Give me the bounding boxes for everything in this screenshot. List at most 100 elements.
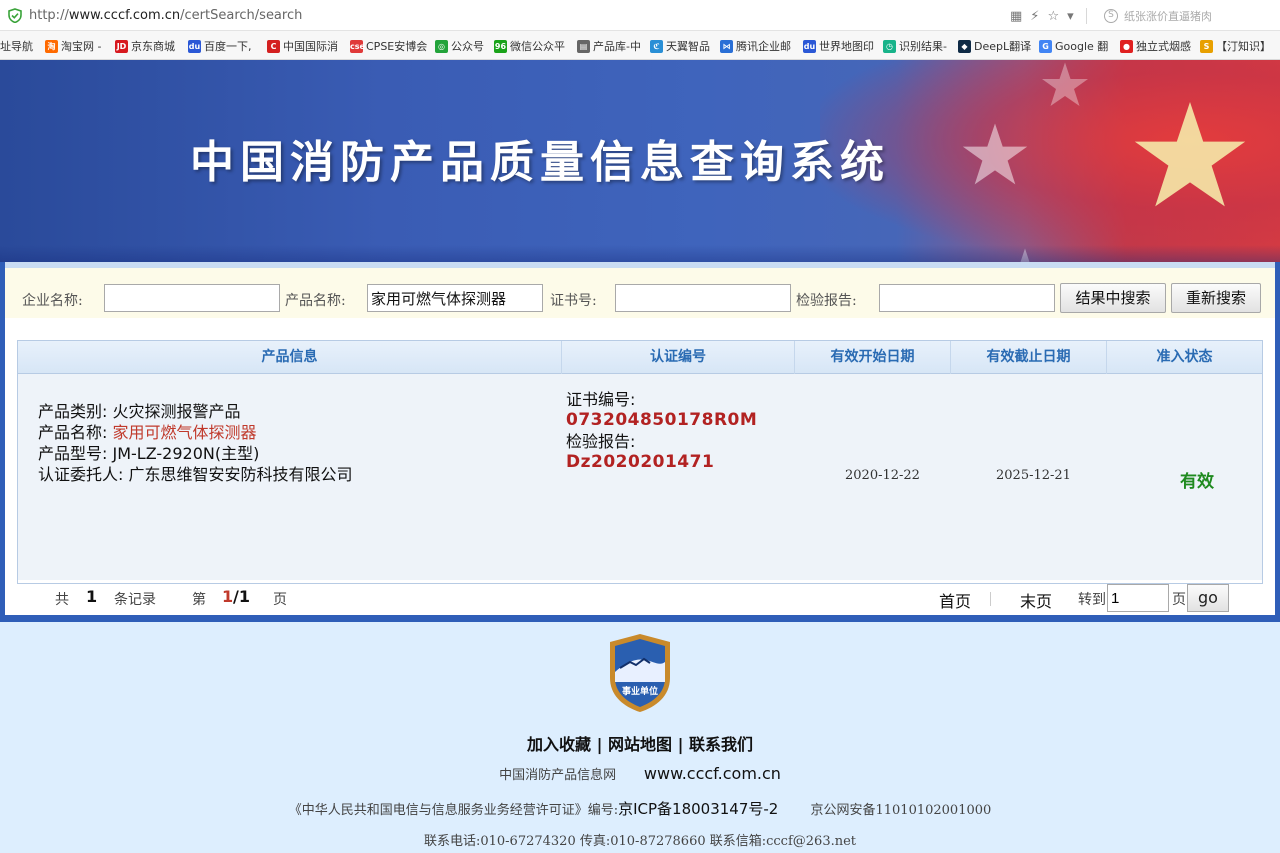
bookmark-label: 腾讯企业邮	[736, 40, 791, 53]
bookmark-favicon-icon: ⋈	[720, 39, 733, 53]
header-start-date: 有效开始日期	[795, 341, 951, 374]
company-input[interactable]	[104, 284, 280, 312]
footer-license-line: 《中华人民共和国电信与信息服务业务经营许可证》编号:京ICP备18003147号…	[0, 798, 1280, 819]
bookmark-item[interactable]: JD 京东商城	[115, 38, 175, 54]
footer-contact-line: 联系电话:010-67274320 传真:010-87278660 联系信箱:c…	[423, 834, 857, 849]
bookmark-item[interactable]: ● 独立式烟感	[1120, 38, 1191, 54]
bookmark-item[interactable]: ⋈ 腾讯企业邮	[720, 38, 791, 54]
bookmark-favicon-icon: ●	[1120, 39, 1133, 53]
bookmark-favicon-icon: cse	[350, 39, 365, 53]
category-line: 产品类别: 火灾探测报警产品	[38, 401, 353, 422]
bookmark-item[interactable]: ◆ DeepL翻译	[958, 38, 1031, 54]
cert-info-cell: 证书编号: 073204850178R0M 检验报告: Dz2020201471	[566, 389, 757, 473]
cert-label: 证书号:	[550, 293, 597, 309]
bookmark-item[interactable]: ◷ 识别结果-	[883, 38, 947, 54]
address-tools: ▦ ⚡ ☆ ▾	[1010, 6, 1091, 26]
institution-badge-icon: 事业单位	[610, 634, 670, 712]
goto-page-input[interactable]	[1107, 584, 1169, 612]
new-search-button[interactable]: 重新搜索	[1171, 283, 1261, 313]
bookmark-label: 天翼智品	[666, 40, 710, 53]
product-label: 产品名称:	[285, 293, 346, 309]
star-icon	[1042, 62, 1088, 106]
url-field[interactable]: http://www.cccf.com.cn/certSearch/search	[29, 8, 302, 23]
company-label: 企业名称:	[22, 293, 83, 309]
bookmark-site-link[interactable]: 加入收藏	[527, 735, 591, 754]
first-page-link[interactable]: 首页	[939, 588, 971, 612]
category-value: 火灾探测报警产品	[112, 402, 241, 421]
bookmark-favicon-icon: C	[267, 39, 280, 53]
bookmark-label: 识别结果-	[899, 40, 947, 53]
search-form: 企业名称: 产品名称: 证书号: 检验报告: 结果中搜索 重新搜索	[5, 262, 1275, 318]
end-date: 2025-12-21	[996, 468, 1071, 483]
bookmark-item[interactable]: ▤ 产品库-中	[577, 38, 641, 54]
client-line: 认证委托人: 广东思维智安安防科技有限公司	[38, 464, 353, 485]
bookmark-favicon-icon: S	[1200, 39, 1213, 53]
bookmark-label: Google 翻	[1055, 40, 1109, 53]
report-no-label: 检验报告:	[566, 432, 636, 451]
page-current: 1	[222, 587, 234, 606]
cert-no-value[interactable]: 073204850178R0M	[566, 410, 757, 431]
star-icon	[962, 123, 1028, 185]
bookmark-label: 产品库-中	[593, 40, 641, 53]
report-no-value[interactable]: Dz2020201471	[566, 452, 757, 473]
product-info-cell: 产品类别: 火灾探测报警产品 产品名称: 家用可燃气体探测器 产品型号: JM-…	[38, 401, 353, 485]
pagination: 共 1 条记录 第 1 /1 页 首页 末页 转到 页 go	[17, 584, 1263, 614]
bookmark-item[interactable]: 淘淘宝网 -	[45, 38, 101, 54]
icp-number[interactable]: 京ICP备18003147号-2	[618, 800, 778, 818]
go-button[interactable]: go	[1187, 584, 1229, 612]
chevron-down-icon[interactable]: ▾	[1067, 9, 1074, 24]
sitemap-link[interactable]: 网站地图	[608, 735, 672, 754]
bookmark-item[interactable]: du 世界地图印	[803, 38, 874, 54]
bookmark-item[interactable]: 96 微信公众平	[494, 38, 565, 54]
divider	[1085, 8, 1087, 24]
bookmark-item[interactable]: G Google 翻	[1039, 38, 1108, 54]
bookmark-item[interactable]: 址导航	[0, 38, 33, 54]
bookmark-favicon-icon: ◆	[958, 39, 971, 53]
header-cert-no: 认证编号	[562, 341, 795, 374]
site-footer: 事业单位 加入收藏 | 网站地图 | 联系我们 中国消防产品信息网 www.cc…	[0, 622, 1280, 853]
bookmark-favicon-icon: ℭ	[650, 39, 663, 53]
link-divider: |	[677, 735, 684, 754]
lightning-icon[interactable]: ⚡	[1030, 9, 1039, 24]
table-header: 产品信息 认证编号 有效开始日期 有效截止日期 准入状态	[18, 341, 1262, 374]
cert-no-label: 证书编号:	[566, 390, 636, 409]
header-status: 准入状态	[1156, 349, 1213, 365]
browser-address-bar: http://www.cccf.com.cn/certSearch/search…	[0, 0, 1280, 31]
model-label: 产品型号:	[38, 444, 108, 463]
star-icon[interactable]: ☆	[1047, 9, 1059, 24]
contact-link[interactable]: 联系我们	[689, 735, 753, 754]
last-page-link[interactable]: 末页	[1020, 588, 1052, 612]
bookmark-favicon-icon: G	[1039, 39, 1052, 53]
qr-code-icon[interactable]: ▦	[1010, 9, 1022, 24]
search-engine-icon: S	[1104, 9, 1118, 23]
category-label: 产品类别:	[38, 402, 108, 421]
bookmark-favicon-icon: ◎	[435, 39, 448, 53]
bookmark-favicon-icon: 淘	[45, 39, 58, 53]
browser-search-box[interactable]: S 纸张涨价直逼猪肉	[1104, 6, 1280, 26]
search-panel: 企业名称: 产品名称: 证书号: 检验报告: 结果中搜索 重新搜索 产品信息 认…	[0, 262, 1280, 622]
bookmark-label: 淘宝网 -	[61, 40, 102, 53]
bookmark-label: 世界地图印	[819, 40, 874, 53]
bookmark-item[interactable]: S 【汀知识】	[1200, 38, 1271, 54]
bookmark-item[interactable]: du 百度一下,	[188, 38, 252, 54]
header-end-date: 有效截止日期	[951, 341, 1107, 374]
bookmark-item[interactable]: ℭ 天翼智品	[650, 38, 710, 54]
model-line: 产品型号: JM-LZ-2920N(主型)	[38, 443, 353, 464]
bookmark-item[interactable]: C 中国国际消	[267, 38, 338, 54]
bookmark-label: 独立式烟感	[1136, 40, 1191, 53]
footer-links: 加入收藏 | 网站地图 | 联系我们	[0, 731, 1280, 755]
total-prefix: 共	[55, 592, 69, 608]
bookmark-item[interactable]: ◎ 公众号	[435, 38, 484, 54]
header-product-info: 产品信息	[18, 341, 562, 374]
page-prefix: 第	[192, 592, 206, 608]
name-label: 产品名称:	[38, 423, 108, 442]
site-url[interactable]: www.cccf.com.cn	[644, 764, 781, 783]
report-input[interactable]	[879, 284, 1055, 312]
table-row: 产品类别: 火灾探测报警产品 产品名称: 家用可燃气体探测器 产品型号: JM-…	[18, 374, 1262, 580]
divider	[990, 592, 991, 606]
cert-input[interactable]	[615, 284, 791, 312]
product-input[interactable]	[367, 284, 543, 312]
total-suffix: 条记录	[114, 592, 156, 608]
search-in-results-button[interactable]: 结果中搜索	[1060, 283, 1166, 313]
bookmark-item[interactable]: cse CPSE安博会	[350, 38, 427, 54]
